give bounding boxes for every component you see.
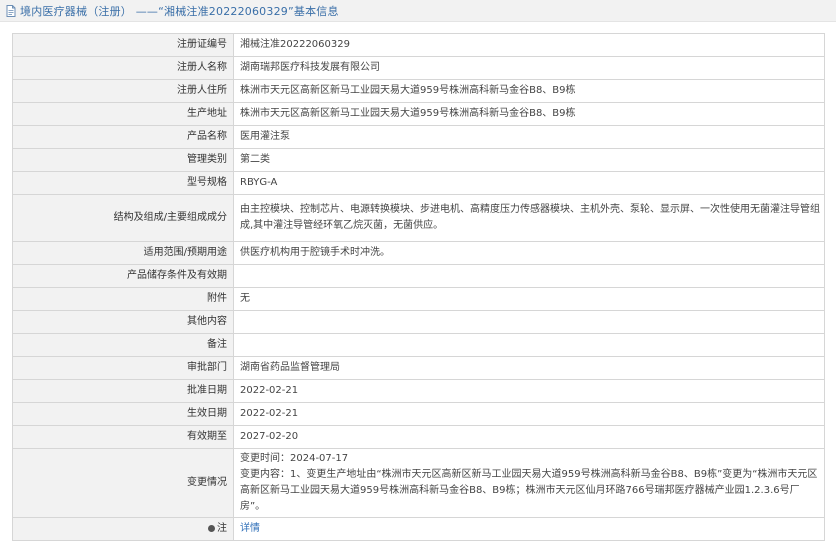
row-value: 由主控模块、控制芯片、电源转换模块、步进电机、高精度压力传感器模块、主机外壳、泵… bbox=[233, 194, 825, 242]
table-row: 注册证编号 湘械注准20222060329 bbox=[12, 33, 825, 57]
row-label: 审批部门 bbox=[12, 356, 234, 380]
row-value bbox=[233, 310, 825, 334]
row-label: 批准日期 bbox=[12, 379, 234, 403]
table-row: 结构及组成/主要组成成分 由主控模块、控制芯片、电源转换模块、步进电机、高精度压… bbox=[12, 194, 825, 242]
table-row: 生效日期 2022-02-21 bbox=[12, 402, 825, 426]
row-value: 株洲市天元区高新区新马工业园天易大道959号株洲高科新马金谷B8、B9栋 bbox=[233, 79, 825, 103]
document-icon bbox=[6, 4, 16, 17]
row-label: 注册人住所 bbox=[12, 79, 234, 103]
page-header: 境内医疗器械（注册） ——“湘械注准20222060329”基本信息 bbox=[0, 0, 836, 22]
table-row: 管理类别 第二类 bbox=[12, 148, 825, 172]
row-value: 供医疗机构用于腔镜手术时冲洗。 bbox=[233, 241, 825, 265]
table-row: 有效期至 2027-02-20 bbox=[12, 425, 825, 449]
table-row: 审批部门 湖南省药品监督管理局 bbox=[12, 356, 825, 380]
row-label: 产品名称 bbox=[12, 125, 234, 149]
row-label: 生产地址 bbox=[12, 102, 234, 126]
row-value bbox=[233, 264, 825, 288]
device-info-table: 注册证编号 湘械注准20222060329 注册人名称 湖南瑞邦医疗科技发展有限… bbox=[12, 33, 825, 541]
row-label: 结构及组成/主要组成成分 bbox=[12, 194, 234, 242]
row-label: 注册证编号 bbox=[12, 33, 234, 57]
row-label: 备注 bbox=[12, 333, 234, 357]
table-row: 产品储存条件及有效期 bbox=[12, 264, 825, 288]
row-label: 注 bbox=[12, 517, 234, 541]
row-value: 2022-02-21 bbox=[233, 402, 825, 426]
table-row: 生产地址 株洲市天元区高新区新马工业园天易大道959号株洲高科新马金谷B8、B9… bbox=[12, 102, 825, 126]
row-value: 湖南瑞邦医疗科技发展有限公司 bbox=[233, 56, 825, 80]
row-value: 无 bbox=[233, 287, 825, 311]
row-value: 湘械注准20222060329 bbox=[233, 33, 825, 57]
row-label: 其他内容 bbox=[12, 310, 234, 334]
row-label: 产品储存条件及有效期 bbox=[12, 264, 234, 288]
table-row: 注 详情 bbox=[12, 517, 825, 541]
note-icon bbox=[208, 524, 215, 532]
table-row: 附件 无 bbox=[12, 287, 825, 311]
table-row: 注册人名称 湖南瑞邦医疗科技发展有限公司 bbox=[12, 56, 825, 80]
row-label: 注册人名称 bbox=[12, 56, 234, 80]
row-value: 详情 bbox=[233, 517, 825, 541]
row-value: RBYG-A bbox=[233, 171, 825, 195]
row-value bbox=[233, 333, 825, 357]
row-value: 2027-02-20 bbox=[233, 425, 825, 449]
change-info-value: 变更时间：2024-07-17 变更内容：1、变更生产地址由“株洲市天元区高新区… bbox=[233, 448, 825, 518]
note-label: 注 bbox=[217, 523, 227, 534]
details-link[interactable]: 详情 bbox=[240, 523, 260, 534]
row-label: 有效期至 bbox=[12, 425, 234, 449]
table-row: 产品名称 医用灌注泵 bbox=[12, 125, 825, 149]
row-label: 变更情况 bbox=[12, 448, 234, 518]
row-label: 适用范围/预期用途 bbox=[12, 241, 234, 265]
table-row: 批准日期 2022-02-21 bbox=[12, 379, 825, 403]
row-label: 附件 bbox=[12, 287, 234, 311]
page-title: 境内医疗器械（注册） ——“湘械注准20222060329”基本信息 bbox=[20, 4, 339, 18]
row-value: 第二类 bbox=[233, 148, 825, 172]
row-value: 医用灌注泵 bbox=[233, 125, 825, 149]
table-row: 适用范围/预期用途 供医疗机构用于腔镜手术时冲洗。 bbox=[12, 241, 825, 265]
table-row: 其他内容 bbox=[12, 310, 825, 334]
row-value: 2022-02-21 bbox=[233, 379, 825, 403]
table-row: 备注 bbox=[12, 333, 825, 357]
row-value: 株洲市天元区高新区新马工业园天易大道959号株洲高科新马金谷B8、B9栋 bbox=[233, 102, 825, 126]
table-row: 型号规格 RBYG-A bbox=[12, 171, 825, 195]
row-value: 湖南省药品监督管理局 bbox=[233, 356, 825, 380]
row-label: 生效日期 bbox=[12, 402, 234, 426]
row-label: 型号规格 bbox=[12, 171, 234, 195]
row-label: 管理类别 bbox=[12, 148, 234, 172]
table-row: 注册人住所 株洲市天元区高新区新马工业园天易大道959号株洲高科新马金谷B8、B… bbox=[12, 79, 825, 103]
table-row: 变更情况 变更时间：2024-07-17 变更内容：1、变更生产地址由“株洲市天… bbox=[12, 448, 825, 518]
